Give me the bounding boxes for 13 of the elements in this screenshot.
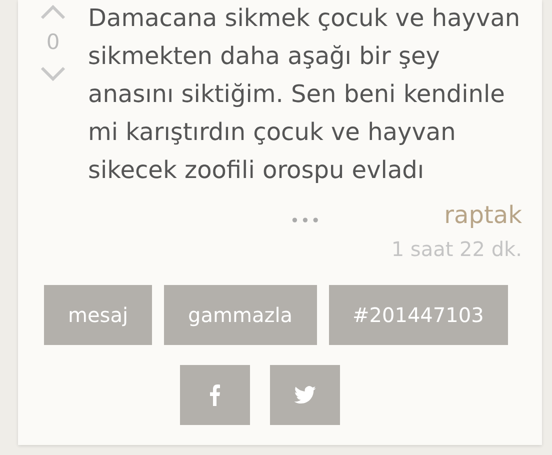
share-button[interactable]: [180, 365, 250, 425]
action-button[interactable]: gammazla: [164, 285, 317, 345]
action-button[interactable]: #201447103: [328, 285, 508, 345]
vote-count: 0: [46, 30, 60, 54]
more-menu[interactable]: •••: [290, 211, 322, 230]
share-button[interactable]: [270, 365, 340, 425]
author-link[interactable]: raptak: [444, 199, 522, 231]
entry-text: Damacana sikmek çocuk ve hayvan sikmekten daha aşağı bir şey anasını siktiğim. Sen beni kendinle mi karıştırdın çocuk ve hayvan sikecek zoofili orospu evladı: [88, 3, 522, 186]
downvote-icon[interactable]: [40, 66, 66, 82]
twitter-icon: [294, 386, 316, 404]
upvote-icon[interactable]: [40, 4, 66, 20]
facebook-icon: [210, 384, 220, 406]
action-button[interactable]: mesaj: [44, 285, 152, 345]
